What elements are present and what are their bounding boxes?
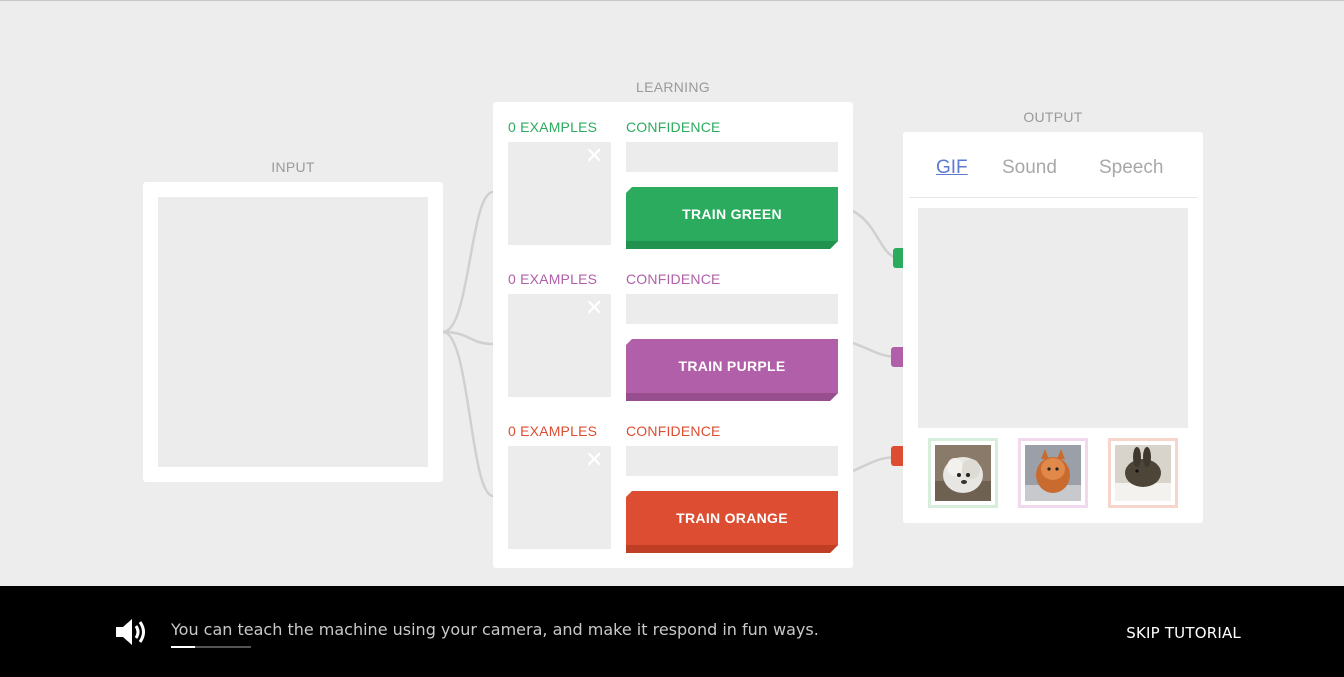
close-icon[interactable]: ✕ xyxy=(585,298,603,320)
tutorial-caption: You can teach the machine using your cam… xyxy=(171,620,819,639)
train-orange-button[interactable]: TRAIN ORANGE xyxy=(626,491,838,553)
examples-box: ✕ xyxy=(508,446,611,549)
tutorial-bar: You can teach the machine using your cam… xyxy=(0,586,1344,677)
class-row-orange: 0 EXAMPLES CONFIDENCE ✕ TRAIN ORANGE xyxy=(493,406,853,556)
class-row-green: 0 EXAMPLES CONFIDENCE ✕ TRAIN GREEN xyxy=(493,102,853,252)
wire-input-orange xyxy=(442,330,494,498)
examples-count: 0 EXAMPLES xyxy=(508,119,598,135)
camera-input-screen[interactable] xyxy=(158,197,428,467)
button-shade xyxy=(626,241,838,249)
tutorial-progress xyxy=(171,646,251,648)
examples-count: 0 EXAMPLES xyxy=(508,423,598,439)
train-green-label: TRAIN GREEN xyxy=(682,206,782,222)
dog-image xyxy=(935,445,991,501)
purple-connector-tip xyxy=(891,347,903,367)
close-icon[interactable]: ✕ xyxy=(585,146,603,168)
cat-picture xyxy=(1025,445,1081,501)
wire-input-green xyxy=(442,190,494,334)
gif-output-screen xyxy=(918,208,1188,428)
tab-sound[interactable]: Sound xyxy=(1002,157,1057,179)
speaker-icon[interactable] xyxy=(114,616,148,648)
learning-title: LEARNING xyxy=(636,79,710,95)
dog-picture xyxy=(935,445,991,501)
class-row-purple: 0 EXAMPLES CONFIDENCE ✕ TRAIN PURPLE xyxy=(493,254,853,404)
button-shade xyxy=(626,545,838,553)
tab-gif[interactable]: GIF xyxy=(936,157,968,179)
output-title: OUTPUT xyxy=(1023,109,1083,125)
learning-panel: 0 EXAMPLES CONFIDENCE ✕ TRAIN GREEN 0 EX… xyxy=(493,102,853,568)
confidence-bar xyxy=(626,142,838,172)
train-purple-button[interactable]: TRAIN PURPLE xyxy=(626,339,838,401)
tutorial-progress-fill xyxy=(171,646,195,648)
input-title: INPUT xyxy=(271,159,315,175)
tab-speech[interactable]: Speech xyxy=(1099,157,1163,179)
input-panel xyxy=(143,182,443,482)
train-green-button[interactable]: TRAIN GREEN xyxy=(626,187,838,249)
examples-box: ✕ xyxy=(508,294,611,397)
train-purple-label: TRAIN PURPLE xyxy=(678,358,786,374)
cat-image xyxy=(1025,445,1081,501)
orange-cat-thumbnail[interactable] xyxy=(1018,438,1088,508)
orange-connector-tip xyxy=(891,446,903,466)
confidence-label: CONFIDENCE xyxy=(626,271,721,287)
output-tabs: GIF Sound Speech xyxy=(909,132,1197,198)
button-shade xyxy=(626,393,838,401)
output-panel: GIF Sound Speech xyxy=(903,132,1203,523)
rabbit-image xyxy=(1115,445,1171,501)
confidence-label: CONFIDENCE xyxy=(626,423,721,439)
close-icon[interactable]: ✕ xyxy=(585,450,603,472)
confidence-bar xyxy=(626,446,838,476)
rabbit-picture xyxy=(1115,445,1171,501)
train-orange-label: TRAIN ORANGE xyxy=(676,510,788,526)
white-dog-thumbnail[interactable] xyxy=(928,438,998,508)
confidence-label: CONFIDENCE xyxy=(626,119,721,135)
confidence-bar xyxy=(626,294,838,324)
rabbit-thumbnail[interactable] xyxy=(1108,438,1178,508)
skip-tutorial-button[interactable]: SKIP TUTORIAL xyxy=(1126,624,1241,642)
examples-count: 0 EXAMPLES xyxy=(508,271,598,287)
examples-box: ✕ xyxy=(508,142,611,245)
